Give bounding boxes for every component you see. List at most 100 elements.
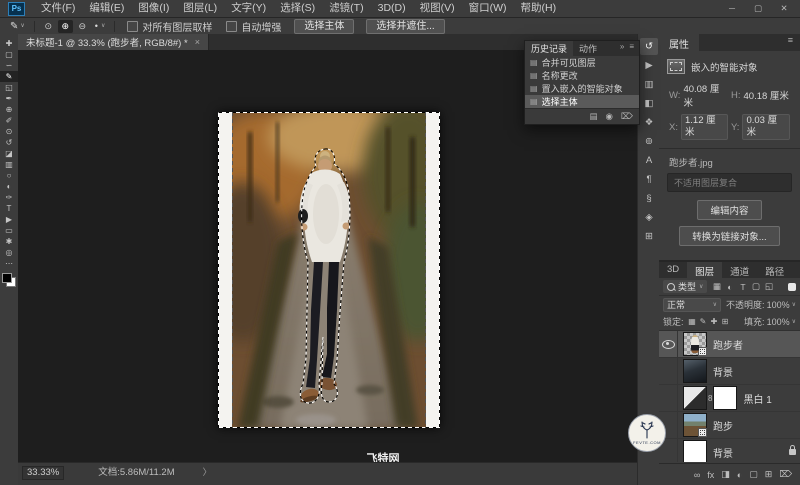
edit-toolbar-button[interactable]: ⋯: [0, 258, 18, 269]
select-and-mask-button[interactable]: 选择并遮住...: [366, 19, 444, 34]
tab-properties[interactable]: 属性: [659, 34, 699, 51]
layer-thumbnail[interactable]: [683, 332, 707, 356]
layer-name[interactable]: 黑白 1: [743, 391, 771, 406]
new-adjustment-layer-icon[interactable]: ◐: [737, 470, 742, 480]
layer-row[interactable]: 8 跑步: [659, 412, 800, 439]
glyphs-panel-icon[interactable]: §: [640, 190, 658, 207]
menu-item[interactable]: 文字(Y): [224, 0, 273, 17]
lock-pixels-icon[interactable]: ✎: [698, 316, 709, 328]
actions-panel-icon[interactable]: ▶: [640, 57, 658, 74]
close-document-icon[interactable]: ×: [195, 37, 200, 47]
eraser-tool[interactable]: ◪: [0, 148, 18, 159]
opacity-control[interactable]: 不透明度: 100% ∨: [726, 298, 796, 311]
select-subject-button[interactable]: 选择主体: [294, 19, 354, 34]
tab-history[interactable]: 历史记录: [525, 41, 573, 56]
character-panel-icon[interactable]: A: [640, 152, 658, 169]
filter-pixel-layers-icon[interactable]: ▦: [710, 280, 723, 293]
brush-size-picker[interactable]: • ∨: [91, 21, 110, 31]
filter-shape-layers-icon[interactable]: ▢: [749, 280, 762, 293]
layer-mask-thumbnail[interactable]: [713, 386, 737, 410]
link-layers-icon[interactable]: ∞: [694, 470, 700, 480]
menu-item[interactable]: 窗口(W): [462, 0, 514, 17]
subtract-from-selection-icon[interactable]: ⊖: [75, 20, 90, 33]
crop-tool[interactable]: ◱: [0, 82, 18, 93]
marquee-tool[interactable]: ▢: [0, 49, 18, 60]
layer-name[interactable]: 跑步者: [713, 337, 743, 352]
panel-tab[interactable]: 3D: [659, 262, 687, 278]
menu-item[interactable]: 编辑(E): [82, 0, 131, 17]
info-panel-icon[interactable]: ◈: [640, 209, 658, 226]
clone-stamp-tool[interactable]: ⊙: [0, 126, 18, 137]
layer-name[interactable]: 跑步: [713, 418, 733, 433]
move-tool[interactable]: ✚: [0, 38, 18, 49]
navigator-panel-icon[interactable]: ⊞: [640, 228, 658, 245]
close-button[interactable]: ✕: [778, 3, 790, 14]
tool-preset-picker[interactable]: ✎ ∨: [6, 21, 29, 32]
styles-panel-icon[interactable]: ❖: [640, 114, 658, 131]
eyedropper-tool[interactable]: ✒: [0, 93, 18, 104]
paragraph-panel-icon[interactable]: ¶: [640, 171, 658, 188]
new-layer-icon[interactable]: ⊞: [765, 469, 773, 480]
menu-item[interactable]: 3D(D): [371, 0, 413, 17]
layer-thumbnail[interactable]: [683, 359, 707, 383]
filter-toggle[interactable]: [788, 283, 796, 291]
layer-row[interactable]: 8 跑步者: [659, 331, 800, 358]
new-snapshot-icon[interactable]: ◉: [606, 111, 613, 122]
new-document-from-state-icon[interactable]: ▤: [590, 111, 598, 122]
healing-brush-tool[interactable]: ⊕: [0, 104, 18, 115]
brush-tool[interactable]: ✐: [0, 115, 18, 126]
convert-to-linked-button[interactable]: 转换为链接对象...: [679, 226, 779, 246]
sample-all-layers-checkbox[interactable]: 对所有图层取样: [127, 19, 212, 34]
delete-layer-icon[interactable]: ⌦: [779, 469, 792, 480]
history-brush-tool[interactable]: ↺: [0, 137, 18, 148]
menu-item[interactable]: 滤镜(T): [322, 0, 370, 17]
menu-item[interactable]: 选择(S): [273, 0, 322, 17]
pen-tool[interactable]: ✑: [0, 192, 18, 203]
history-state[interactable]: ▤ 合并可见图层: [525, 56, 639, 69]
maximize-button[interactable]: ▢: [752, 3, 764, 14]
x-position-input[interactable]: 1.12 厘米: [681, 114, 728, 140]
layer-filter-kind-select[interactable]: 类型 ∨: [663, 280, 707, 293]
menu-item[interactable]: 帮助(H): [514, 0, 564, 17]
history-state[interactable]: ▤ 选择主体: [525, 95, 639, 108]
history-state[interactable]: ▤ 置入嵌入的智能对象: [525, 82, 639, 95]
y-position-input[interactable]: 0.03 厘米: [742, 114, 790, 140]
document-tab[interactable]: 未标题-1 @ 33.3% (跑步者, RGB/8#) * ×: [18, 34, 209, 50]
history-state[interactable]: ▤ 名称更改: [525, 69, 639, 82]
filter-type-layers-icon[interactable]: T: [736, 280, 749, 293]
lock-artboard-icon[interactable]: ⊞: [720, 316, 731, 328]
layer-style-icon[interactable]: fx: [707, 470, 714, 480]
menu-item[interactable]: 图层(L): [176, 0, 224, 17]
path-selection-tool[interactable]: ▶: [0, 214, 18, 225]
auto-enhance-checkbox[interactable]: 自动增强: [226, 19, 281, 34]
layer-thumbnail[interactable]: [683, 440, 707, 462]
panel-menu-icon[interactable]: ≡: [629, 42, 634, 56]
history-panel-icon[interactable]: ↺: [640, 38, 658, 55]
layer-thumbnail[interactable]: [683, 413, 707, 437]
status-options-caret[interactable]: 〉: [203, 466, 212, 479]
color-swatches[interactable]: [2, 273, 16, 287]
menu-item[interactable]: 图像(I): [131, 0, 176, 17]
layer-thumbnail[interactable]: [683, 386, 707, 410]
lock-transparency-icon[interactable]: ▦: [687, 316, 698, 328]
filter-smart-objects-icon[interactable]: ◱: [762, 280, 775, 293]
delete-state-icon[interactable]: ⌦: [621, 111, 633, 122]
collapse-panel-icon[interactable]: »: [620, 42, 624, 56]
panel-tab[interactable]: 通道: [722, 262, 757, 278]
lasso-tool[interactable]: ∽: [0, 60, 18, 71]
hand-tool[interactable]: ✱: [0, 236, 18, 247]
libraries-panel-icon[interactable]: ▥: [640, 76, 658, 93]
document-image[interactable]: [218, 112, 440, 428]
blur-tool[interactable]: ○: [0, 170, 18, 181]
panel-tab[interactable]: 图层: [687, 262, 722, 278]
edit-contents-button[interactable]: 编辑内容: [697, 200, 761, 220]
shape-tool[interactable]: ▭: [0, 225, 18, 236]
panel-menu-icon[interactable]: ≡: [781, 34, 800, 51]
layer-row[interactable]: 8 背景: [659, 439, 800, 462]
tab-actions[interactable]: 动作: [573, 41, 603, 56]
lock-position-icon[interactable]: ✚: [709, 316, 720, 328]
new-selection-icon[interactable]: ⊙: [41, 20, 56, 33]
zoom-level-input[interactable]: 33.33%: [22, 466, 64, 480]
dodge-tool[interactable]: ◐: [0, 181, 18, 192]
gradient-tool[interactable]: ▥: [0, 159, 18, 170]
